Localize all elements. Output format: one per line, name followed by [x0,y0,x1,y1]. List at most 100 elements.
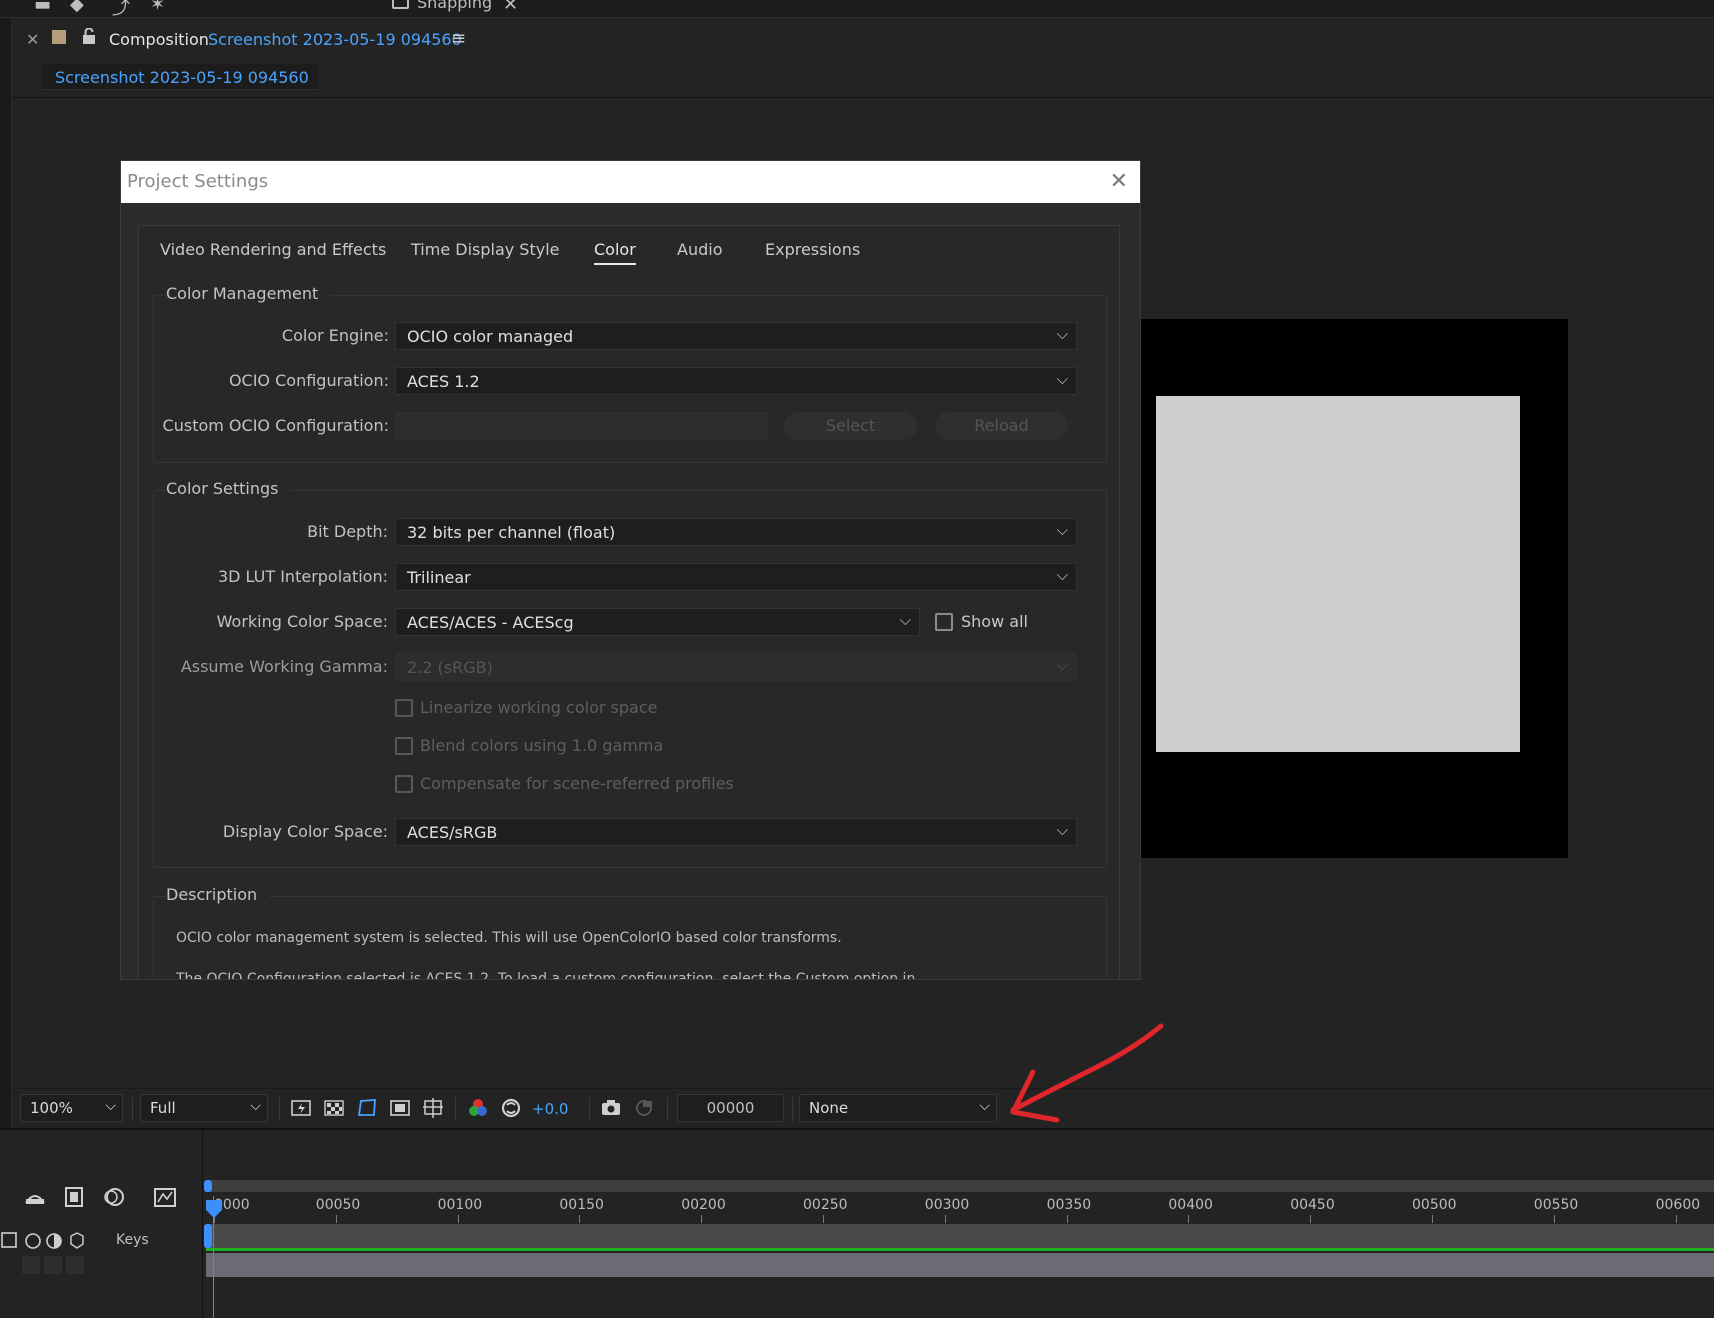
chevron-down-icon: ⌵ [1056,821,1068,839]
separator [667,1097,668,1121]
current-time-value: 00000 [706,1099,755,1117]
tab-time-display-style[interactable]: Time Display Style [411,240,560,263]
solid-layer-preview[interactable] [1156,396,1520,752]
separator [455,1097,456,1121]
layer-in-point-handle[interactable] [204,1224,212,1248]
ruler-tick-label: 00350 [1046,1197,1092,1213]
linearize-checkbox [395,699,413,717]
pen-tool-icon[interactable]: ⤴ [112,0,130,20]
zoom-dropdown[interactable]: 100% ⌵ [20,1094,123,1122]
description-line-2: The OCIO Configuration selected is ACES … [176,971,916,980]
separator [589,1097,590,1121]
fast-previews-icon[interactable] [290,1097,312,1119]
panel-label: Composition [109,30,209,49]
linearize-label: Linearize working color space [420,698,658,717]
assume-gamma-label: Assume Working Gamma: [180,657,388,676]
pin-tool-icon[interactable]: ◆ [70,0,84,15]
work-area-start-handle[interactable] [204,1180,212,1192]
show-snapshot-icon [636,1100,652,1116]
reset-exposure-icon[interactable] [500,1097,522,1119]
compensate-label: Compensate for scene-referred profiles [420,774,734,793]
ruler-tick [1310,1215,1312,1223]
select-button: Select [784,412,917,440]
working-color-space-label: Working Color Space: [216,612,388,631]
working-color-space-value: ACES/ACES - ACEScg [407,613,574,632]
hamburger-menu-icon[interactable]: ≡ [451,28,466,49]
motion-blur-icon[interactable] [101,1185,127,1209]
ruler-tick-label: 00450 [1290,1197,1335,1213]
composition-tab[interactable]: Screenshot 2023-05-19 094560 [42,64,318,90]
lut-interpolation-dropdown[interactable]: Trilinear ⌵ [395,563,1077,591]
top-toolbar: ▬ ◆ ⤴ ✶ Snapping ✕ [0,0,1714,20]
ruler-tick [1432,1215,1433,1223]
color-settings-group: Color Settings Bit Depth: 32 bits per ch… [153,479,1107,868]
switches-icons-row[interactable] [0,1230,88,1252]
close-icon[interactable]: ✕ [1110,169,1128,194]
ocio-config-dropdown[interactable]: ACES 1.2 ⌵ [395,367,1077,395]
ruler-tick [1188,1215,1190,1223]
show-all-checkbox[interactable] [935,613,953,631]
color-engine-label: Color Engine: [281,326,389,345]
compensate-checkbox [395,775,413,793]
dialog-title-bar[interactable]: Project Settings ✕ [121,161,1140,203]
annotation-arrow [1010,1023,1164,1123]
ruler-tick-label: 00600 [1655,1197,1701,1213]
tab-expressions[interactable]: Expressions [765,240,860,263]
snapping-checkbox[interactable] [392,0,409,9]
channel-rgb-icon[interactable] [467,1097,489,1119]
color-engine-value: OCIO color managed [407,327,574,346]
working-color-space-dropdown[interactable]: ACES/ACES - ACEScg ⌵ [395,608,920,636]
show-all-label[interactable]: Show all [961,612,1028,631]
ruler-tick [701,1215,703,1223]
composition-name-dropdown[interactable]: Screenshot 2023-05-19 094560 [208,30,462,49]
hand-tool-icon[interactable]: ▬ [34,0,51,15]
chevron-down-icon: ⌵ [1056,325,1068,343]
chevron-down-icon: ⌵ [899,611,911,629]
bit-depth-value: 32 bits per channel (float) [407,523,616,542]
layer-duration-bar[interactable] [206,1253,1714,1277]
exposure-value[interactable]: +0.0 [532,1100,568,1118]
layer-duration-track[interactable] [206,1224,1714,1250]
display-color-space-dropdown[interactable]: ACES/sRGB ⌵ [395,818,1077,846]
close-panel-icon[interactable]: ✕ [26,30,39,49]
puppet-tool-icon[interactable]: ✶ [150,0,165,15]
ruler-tick [1066,1215,1068,1223]
graph-editor-icon[interactable] [152,1185,178,1209]
current-time-field[interactable]: 00000 [677,1094,784,1122]
timeline-layer-controls [0,1130,203,1318]
tab-video-rendering[interactable]: Video Rendering and Effects [160,240,386,263]
panel-color-swatch[interactable] [52,30,66,44]
ruler-tick [1553,1215,1555,1223]
ruler-tick-label: 00300 [924,1197,970,1213]
layer-switch[interactable] [44,1256,62,1274]
display-color-space-label: Display Color Space: [222,822,388,841]
color-engine-dropdown[interactable]: OCIO color managed ⌵ [395,322,1077,350]
description-title: Description [166,885,270,904]
color-management-group: Color Management Color Engine: OCIO colo… [153,284,1107,463]
ruler-tick [335,1215,337,1223]
custom-ocio-field [395,412,768,440]
grid-guides-icon[interactable] [422,1097,444,1119]
view-transform-dropdown[interactable]: None ⌵ [799,1094,997,1122]
layer-switch[interactable] [22,1256,40,1274]
ruler-tick [457,1215,459,1223]
layer-switch[interactable] [66,1256,84,1274]
shy-layers-icon[interactable] [22,1185,48,1209]
ruler-tick-label: 00100 [437,1197,483,1213]
transparency-grid-icon[interactable] [323,1097,345,1119]
region-of-interest-icon[interactable] [389,1097,411,1119]
tab-color[interactable]: Color [594,240,636,265]
frame-blending-icon[interactable] [62,1185,88,1209]
resolution-dropdown[interactable]: Full ⌵ [140,1094,268,1122]
resolution-value: Full [150,1099,176,1117]
snap-x-icon[interactable]: ✕ [503,0,518,15]
mask-path-visibility-icon[interactable] [356,1097,378,1119]
zoom-value: 100% [30,1099,73,1117]
tab-audio[interactable]: Audio [677,240,722,263]
viewer-control-bar: 100% ⌵ Full ⌵ +0.0 00000 None ⌵ [12,1088,1714,1128]
bit-depth-dropdown[interactable]: 32 bits per channel (float) ⌵ [395,518,1077,546]
lock-icon[interactable] [82,28,96,44]
snapshot-camera-icon[interactable] [600,1097,622,1119]
view-transform-value: None [809,1099,849,1117]
work-area-bar[interactable] [206,1180,1714,1192]
